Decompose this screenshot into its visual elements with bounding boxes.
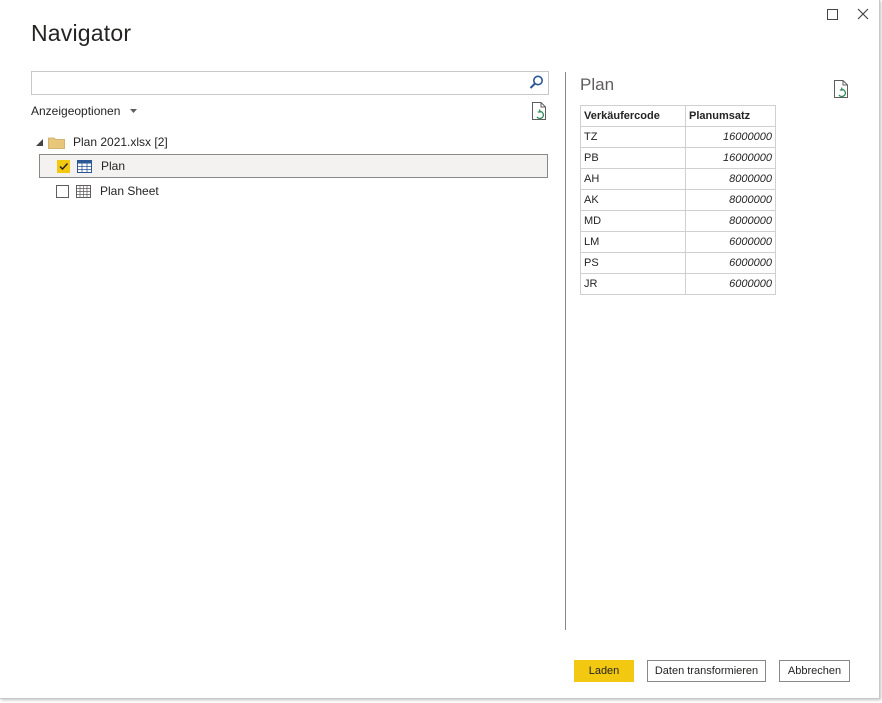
cell-code: PS — [580, 252, 686, 274]
cell-value: 8000000 — [685, 189, 776, 211]
search-box[interactable] — [31, 71, 549, 95]
maximize-button[interactable] — [822, 4, 842, 24]
cell-code: MD — [580, 210, 686, 232]
cell-code: TZ — [580, 126, 686, 148]
table-row: AH 8000000 — [580, 168, 776, 190]
sheet-icon — [76, 184, 91, 198]
navigator-dialog: Navigator Anzeigeoptionen Plan 2021.xlsx… — [0, 0, 880, 699]
cell-code: PB — [580, 147, 686, 169]
maximize-icon — [826, 8, 838, 20]
tree-item-plan[interactable]: Plan — [39, 154, 548, 178]
preview-header-row: Verkäufercode Planumsatz — [580, 105, 776, 127]
tree-item-label: Plan — [101, 159, 126, 173]
tree-item-plan-sheet[interactable]: Plan Sheet — [39, 179, 548, 203]
cell-value: 6000000 — [685, 252, 776, 274]
cell-value: 8000000 — [685, 168, 776, 190]
tree-file-node[interactable]: Plan 2021.xlsx [2] — [36, 133, 168, 151]
cell-value: 8000000 — [685, 210, 776, 232]
checkmark-icon — [59, 162, 69, 170]
transform-data-button[interactable]: Daten transformieren — [647, 660, 766, 682]
search-input[interactable] — [32, 72, 524, 92]
preview-refresh-icon[interactable] — [833, 79, 850, 99]
preview-title: Plan — [580, 75, 615, 94]
plan-sheet-checkbox[interactable] — [56, 184, 69, 198]
cell-value: 6000000 — [685, 273, 776, 295]
search-icon[interactable] — [528, 74, 545, 91]
table-icon — [77, 159, 92, 173]
refresh-icon[interactable] — [531, 101, 548, 121]
pane-divider[interactable] — [565, 72, 566, 630]
column-header[interactable]: Verkäufercode — [580, 105, 686, 127]
cell-code: JR — [580, 273, 686, 295]
column-header[interactable]: Planumsatz — [685, 105, 776, 127]
table-row: JR 6000000 — [580, 273, 776, 295]
table-row: PS 6000000 — [580, 252, 776, 274]
cancel-button[interactable]: Abbrechen — [779, 660, 850, 682]
close-icon — [857, 8, 869, 20]
tree-file-label: Plan 2021.xlsx [2] — [73, 135, 168, 149]
cell-value: 16000000 — [685, 126, 776, 148]
display-options-dropdown[interactable]: Anzeigeoptionen — [31, 104, 138, 118]
table-row: MD 8000000 — [580, 210, 776, 232]
cell-value: 6000000 — [685, 231, 776, 253]
cell-code: AK — [580, 189, 686, 211]
cell-value: 16000000 — [685, 147, 776, 169]
table-row: AK 8000000 — [580, 189, 776, 211]
tree-item-label: Plan Sheet — [100, 184, 159, 198]
cell-code: LM — [580, 231, 686, 253]
table-row: LM 6000000 — [580, 231, 776, 253]
cell-code: AH — [580, 168, 686, 190]
expand-triangle-icon[interactable] — [36, 138, 43, 146]
close-button[interactable] — [853, 4, 873, 24]
table-row: TZ 16000000 — [580, 126, 776, 148]
preview-table: Verkäufercode Planumsatz TZ 16000000 PB … — [580, 105, 776, 295]
load-button[interactable]: Laden — [574, 660, 634, 682]
display-options-label: Anzeigeoptionen — [31, 104, 121, 118]
plan-checkbox[interactable] — [57, 159, 70, 173]
table-row: PB 16000000 — [580, 147, 776, 169]
dialog-title: Navigator — [31, 20, 132, 46]
caret-down-icon — [130, 108, 138, 113]
folder-icon — [48, 137, 65, 149]
